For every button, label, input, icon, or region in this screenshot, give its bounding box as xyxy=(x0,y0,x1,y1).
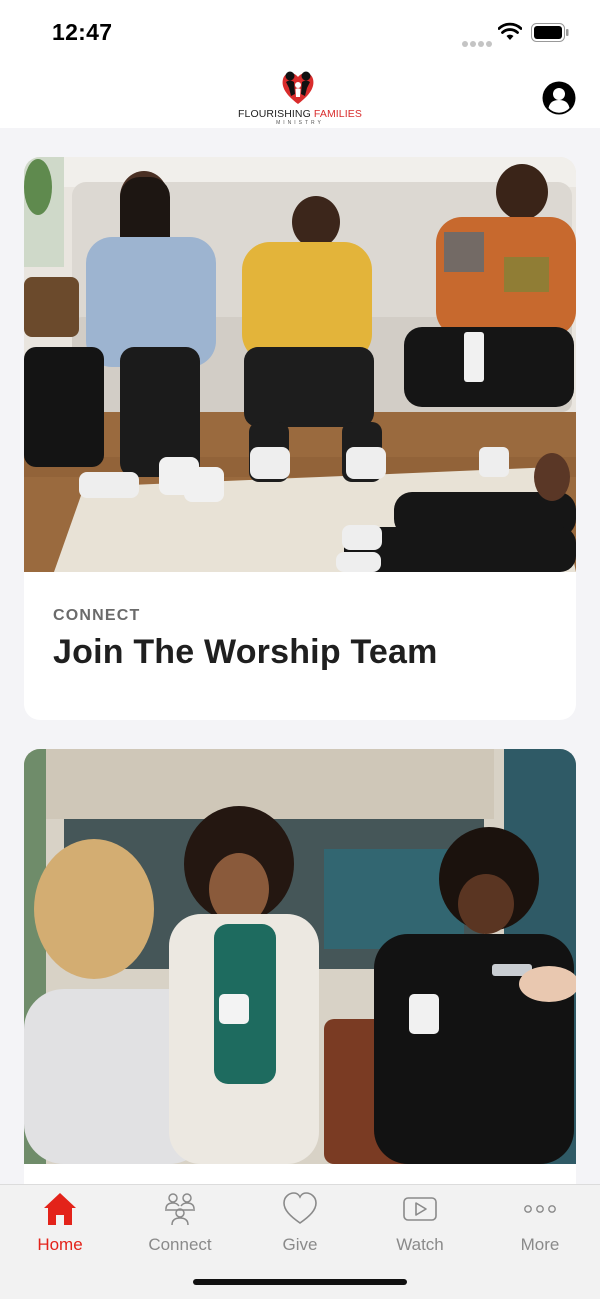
logo-name: FLOURISHING FAMILIES xyxy=(232,108,368,120)
feed-card[interactable]: CONNECT Join The Worship Team xyxy=(24,157,576,720)
tab-home-label: Home xyxy=(37,1235,83,1254)
ministry-logo[interactable]: FLOURISHING FAMILIES MINISTRY xyxy=(232,68,368,126)
tab-give[interactable]: Give xyxy=(240,1185,360,1265)
tab-watch[interactable]: Watch xyxy=(360,1185,480,1265)
profile-icon[interactable] xyxy=(542,81,576,115)
tab-give-label: Give xyxy=(282,1235,318,1254)
wifi-icon xyxy=(498,22,522,40)
tab-home[interactable]: Home xyxy=(0,1185,120,1265)
status-time: 12:47 xyxy=(52,19,113,45)
tab-connect-label: Connect xyxy=(148,1235,212,1254)
logo-name-part1: FLOURISHING xyxy=(238,108,311,120)
signal-dots-icon xyxy=(462,34,494,52)
tab-more-label: More xyxy=(520,1235,560,1254)
content-feed[interactable]: CONNECT Join The Worship Team xyxy=(0,128,600,1184)
card-image-worship xyxy=(24,157,576,572)
logo-name-part2: FAMILIES xyxy=(313,108,362,120)
home-icon xyxy=(44,1193,76,1225)
card-title: Join The Worship Team xyxy=(53,633,438,671)
tab-watch-label: Watch xyxy=(396,1235,444,1254)
battery-icon xyxy=(531,23,569,42)
group-icon xyxy=(165,1193,195,1226)
more-icon xyxy=(524,1205,556,1213)
tab-connect[interactable]: Connect xyxy=(120,1185,240,1265)
card-category: CONNECT xyxy=(53,607,141,624)
play-icon xyxy=(403,1197,437,1221)
card-image-fellowship xyxy=(24,749,576,1164)
status-bar: 12:47 xyxy=(0,0,600,62)
app-header: FLOURISHING FAMILIES MINISTRY xyxy=(0,62,600,128)
tab-more[interactable]: More xyxy=(480,1185,600,1265)
heart-icon xyxy=(283,1192,317,1224)
home-indicator xyxy=(193,1279,407,1285)
feed-card[interactable] xyxy=(24,749,576,1184)
logo-subtitle: MINISTRY xyxy=(276,120,324,126)
family-logo-icon xyxy=(282,71,314,104)
